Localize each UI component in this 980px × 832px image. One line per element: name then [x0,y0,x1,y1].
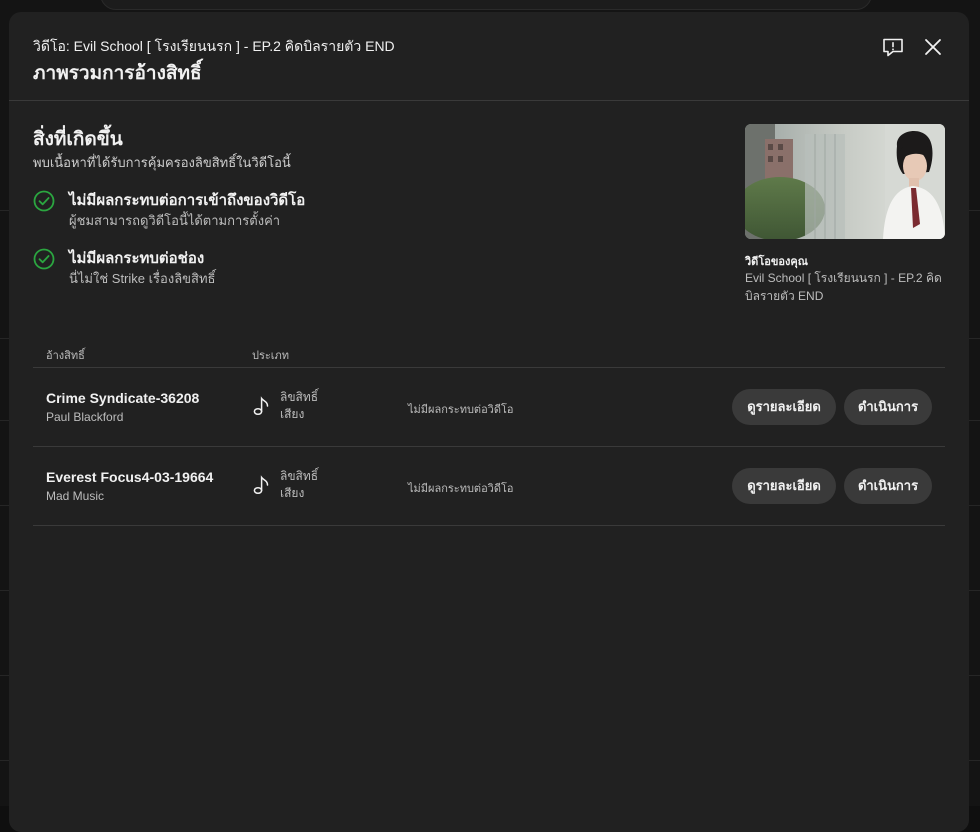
background-search-bar [100,0,872,10]
feedback-button[interactable] [880,34,906,60]
music-note-icon [253,475,269,495]
check-circle-icon [33,190,55,212]
claims-overview-dialog: วิดีโอ: Evil School [ โรงเรียนนรก ] - EP… [9,12,969,832]
claim-type-line1: ลิขสิทธิ์ [280,390,319,404]
dialog-header: วิดีโอ: Evil School [ โรงเรียนนรก ] - EP… [9,12,969,101]
claim-impact: ไม่มีผลกระทบต่อวิดีโอ [408,404,514,416]
impact-subtitle: ผู้ชมสามารถดูวิดีโอนี้ได้ตามการตั้งค่า [69,213,281,228]
table-row: Everest Focus4-03-19664 Mad Music ลิขสิท… [33,447,945,526]
feedback-icon [883,38,903,57]
claim-owner: Paul Blackford [46,410,124,424]
impact-title: ไม่มีผลกระทบต่อช่อง [69,250,205,267]
view-details-button[interactable]: ดูรายละเอียด [732,389,836,425]
thumbnail-image [745,124,945,239]
your-video-title: Evil School [ โรงเรียนนรก ] - EP.2 คิดบิ… [745,271,942,303]
claims-table-header: อ้างสิทธิ์ ประเภท [33,342,945,368]
column-header-claim: อ้างสิทธิ์ [46,350,85,362]
page-title: ภาพรวมการอ้างสิทธิ์ [33,63,202,84]
check-circle-icon [33,248,55,270]
claim-name: Everest Focus4-03-19664 [46,469,214,485]
claim-name: Crime Syndicate-36208 [46,390,200,406]
video-title: วิดีโอ: Evil School [ โรงเรียนนรก ] - EP… [33,38,395,54]
close-icon [925,39,941,55]
take-action-button[interactable]: ดำเนินการ [844,389,932,425]
claim-type-line2: เสียง [280,407,305,421]
claim-owner: Mad Music [46,489,105,503]
take-action-button[interactable]: ดำเนินการ [844,468,932,504]
claim-type: ลิขสิทธิ์ เสียง [280,468,340,502]
impact-item-channel: ไม่มีผลกระทบต่อช่อง นี่ไม่ใช่ Strike เรื… [33,246,453,290]
claim-type: ลิขสิทธิ์ เสียง [280,389,340,423]
summary-subtitle: พบเนื้อหาที่ได้รับการคุ้มครองลิขสิทธิ์ใน… [33,155,291,170]
claim-type-line1: ลิขสิทธิ์ [280,469,319,483]
close-button[interactable] [920,34,946,60]
impact-item-video-access: ไม่มีผลกระทบต่อการเข้าถึงของวิดีโอ ผู้ชม… [33,188,453,232]
video-thumbnail[interactable] [745,124,945,239]
impact-subtitle: นี่ไม่ใช่ Strike เรื่องลิขสิทธิ์ [69,271,216,286]
table-row: Crime Syndicate-36208 Paul Blackford ลิข… [33,368,945,447]
impact-title: ไม่มีผลกระทบต่อการเข้าถึงของวิดีโอ [69,192,306,209]
claim-type-line2: เสียง [280,486,305,500]
your-video-label: วิดีโอของคุณ [745,256,808,268]
claim-impact: ไม่มีผลกระทบต่อวิดีโอ [408,483,514,495]
music-note-icon [253,396,269,416]
summary-title: สิ่งที่เกิดขึ้น [33,129,123,150]
view-details-button[interactable]: ดูรายละเอียด [732,468,836,504]
column-header-type: ประเภท [252,350,290,362]
